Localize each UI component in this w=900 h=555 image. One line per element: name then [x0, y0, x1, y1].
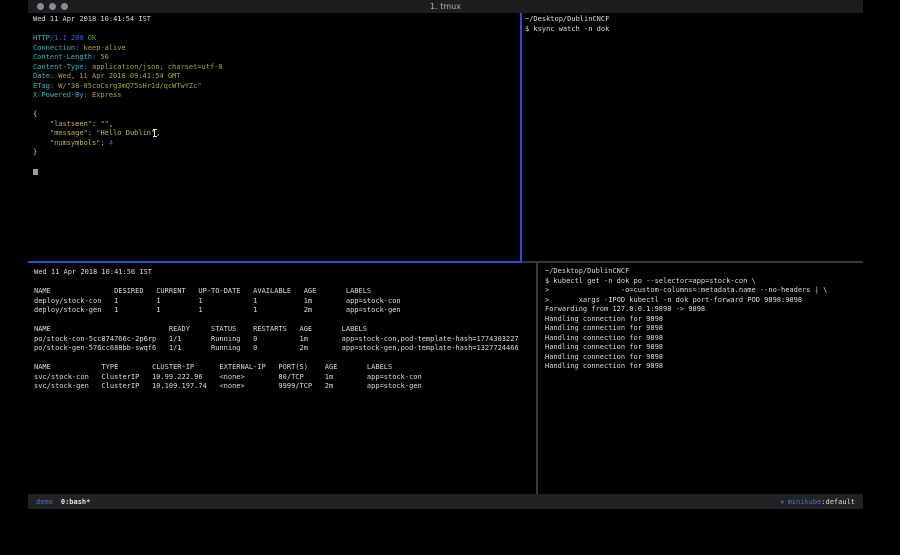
json-entry: "lastseen": "", — [33, 120, 525, 130]
http-header: ETag: W/"38-05coCsrg3mQ75sHr1d/qcWTwYZc" — [33, 82, 525, 92]
status-left: demo 0:bash* — [36, 498, 90, 506]
http-reason: OK — [88, 34, 96, 42]
minimize-button[interactable] — [49, 3, 56, 10]
header-name: Connection: — [33, 44, 79, 52]
header-value: Wed, 11 Apr 2018 09:41:54 GMT — [58, 72, 180, 80]
table-row: deploy/stock-gen 1 1 1 1 2m app=stock-ge… — [34, 306, 542, 316]
fullscreen-button[interactable] — [61, 3, 68, 10]
date-line: Wed 11 Apr 2018 10:41:56 IST — [34, 268, 542, 278]
http-header: Date: Wed, 11 Apr 2018 09:41:54 GMT — [33, 72, 525, 82]
pane-ksync[interactable]: ~/Desktop/DublinCNCF $ ksync watch -n do… — [522, 13, 868, 263]
json-entry: "numsymbols": 4 — [33, 139, 525, 149]
output-line: Handling connection for 9898 — [545, 315, 870, 325]
table-row: svc/stock-con ClusterIP 10.99.222.96 <no… — [34, 373, 542, 383]
json-key: "numsymbols" — [33, 139, 100, 147]
prompt-line — [33, 167, 525, 179]
window-title: 1. tmux — [28, 2, 863, 11]
command-line: $ kubectl get -n dok po --selector=app=s… — [545, 277, 870, 287]
terminal-cursor — [33, 169, 38, 175]
kube-context: minikube — [788, 498, 822, 506]
header-name: Date: — [33, 72, 54, 80]
command-continuation: > -o=custom-columns=:metadata.name --no-… — [545, 286, 870, 296]
table-header: NAME TYPE CLUSTER-IP EXTERNAL-IP PORT(S)… — [34, 363, 542, 373]
header-value: W/"38-05coCsrg3mQ75sHr1d/qcWTwYZc" — [58, 82, 201, 90]
blank-line — [33, 101, 525, 111]
http-version-code: /1.1 200 — [50, 34, 84, 42]
status-right: ⎈ minikube :default — [780, 498, 855, 506]
command-line: $ ksync watch -n dok — [525, 25, 866, 35]
json-value: 4 — [109, 139, 113, 147]
http-header: Content-Type: application/json; charset=u… — [33, 63, 525, 73]
titlebar[interactable]: 1. tmux — [28, 0, 863, 13]
json-entry: "message": "Hello Dublin", — [33, 129, 525, 139]
table-header: NAME READY STATUS RESTARTS AGE LABELS — [34, 325, 542, 335]
header-value: keep-alive — [84, 44, 126, 52]
pane-port-forward[interactable]: ~/Desktop/DublinCNCF $ kubectl get -n do… — [538, 263, 872, 498]
date-line: Wed 11 Apr 2018 10:41:54 IST — [33, 15, 525, 25]
session-name: demo — [36, 498, 53, 506]
json-value: "Hello Dublin" — [96, 129, 155, 137]
header-name: Content-Type: — [33, 63, 88, 71]
cwd-line: ~/Desktop/DublinCNCF — [545, 267, 870, 277]
json-value: "" — [100, 120, 108, 128]
header-name: ETag: — [33, 82, 54, 90]
http-status-line: HTTP/1.1 200 OK — [33, 34, 525, 44]
http-header: Content-Length: 56 — [33, 53, 525, 63]
command-continuation: > xargs -IPOD kubectl -n dok port-forwar… — [545, 296, 870, 306]
json-colon: : — [100, 139, 108, 147]
header-value: application/json; charset=utf-8 — [92, 63, 223, 71]
mouse-text-cursor-icon — [154, 129, 155, 137]
output-line: Forwarding from 127.0.0.1:9898 -> 9898 — [545, 305, 870, 315]
window-tab-bash[interactable]: 0:bash* — [61, 498, 91, 506]
json-colon: : — [88, 129, 96, 137]
blank-line — [34, 354, 542, 364]
table-row: po/stock-con-5cc874766c-2p6rp 1/1 Runnin… — [34, 335, 542, 345]
terminal-area: Wed 11 Apr 2018 10:41:54 IST HTTP/1.1 20… — [28, 13, 863, 494]
json-comma: , — [109, 120, 113, 128]
kubernetes-helm-icon: ⎈ — [780, 498, 784, 506]
http-protocol: HTTP — [33, 34, 50, 42]
header-value: 56 — [100, 53, 108, 61]
tmux-status-bar: demo 0:bash* ⎈ minikube :default — [28, 494, 863, 509]
output-line: Handling connection for 9898 — [545, 353, 870, 363]
http-header: X-Powered-By: Express — [33, 91, 525, 101]
pane-http-response[interactable]: Wed 11 Apr 2018 10:41:54 IST HTTP/1.1 20… — [28, 13, 528, 263]
blank-line — [33, 158, 525, 168]
blank-line — [34, 316, 542, 326]
output-line: Handling connection for 9898 — [545, 343, 870, 353]
json-key: "lastseen" — [33, 120, 92, 128]
output-line: Handling connection for 9898 — [545, 362, 870, 372]
blank-line — [34, 278, 542, 288]
json-open-brace: { — [33, 110, 525, 120]
table-row: deploy/stock-con 1 1 1 1 1m app=stock-co… — [34, 297, 542, 307]
table-row: svc/stock-gen ClusterIP 10.109.197.74 <n… — [34, 382, 542, 392]
json-key: "message" — [33, 129, 88, 137]
header-name: Content-Length: — [33, 53, 96, 61]
cwd-line: ~/Desktop/DublinCNCF — [525, 15, 866, 25]
close-button[interactable] — [37, 3, 44, 10]
json-comma: , — [156, 129, 160, 137]
output-line: Handling connection for 9898 — [545, 324, 870, 334]
header-value: Express — [92, 91, 122, 99]
table-row: po/stock-gen-576cc688bb-swqf6 1/1 Runnin… — [34, 344, 542, 354]
kube-namespace: :default — [821, 498, 855, 506]
blank-line — [33, 25, 525, 35]
table-header: NAME DESIRED CURRENT UP-TO-DATE AVAILABL… — [34, 287, 542, 297]
header-name: X-Powered-By: — [33, 91, 88, 99]
terminal-window: 1. tmux Wed 11 Apr 2018 10:41:54 IST HTT… — [28, 0, 863, 509]
output-line: Handling connection for 9898 — [545, 334, 870, 344]
http-header: Connection: keep-alive — [33, 44, 525, 54]
traffic-lights — [37, 3, 68, 10]
json-close-brace: } — [33, 148, 525, 158]
pane-kubectl-get[interactable]: Wed 11 Apr 2018 10:41:56 IST NAME DESIRE… — [28, 263, 543, 499]
